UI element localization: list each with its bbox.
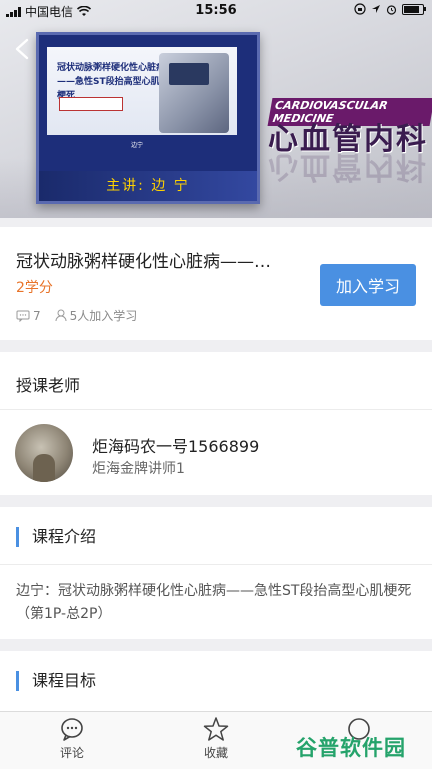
location-icon (372, 5, 380, 13)
watermark-logo: 谷普软件园 (296, 736, 406, 760)
rotation-lock-icon (354, 3, 366, 15)
teacher-heading: 授课老师 (16, 376, 81, 395)
join-course-button[interactable]: 加入学习 (320, 264, 416, 306)
lecture-slide: 冠状动脉粥样硬化性心脏病 ——急性ST段抬高型心肌梗死 边宁 (47, 47, 237, 157)
back-chevron-icon[interactable] (12, 38, 34, 60)
course-goal-section: 课程目标 (0, 651, 432, 711)
course-banner: 冠状动脉粥样硬化性心脏病 ——急性ST段抬高型心肌梗死 边宁 主讲: 边 宁 C… (0, 0, 432, 218)
course-title: 冠状动脉粥样硬化性心脏病——… (16, 252, 271, 272)
lecturer-banner: 主讲: 边 宁 (39, 171, 257, 201)
divider (0, 564, 432, 565)
course-info-card: 冠状动脉粥样硬化性心脏病——… 2学分 7 5人加入学习 加入学习 (0, 227, 432, 340)
star-icon (203, 717, 229, 741)
course-meta: 7 5人加入学习 (16, 307, 137, 324)
divider (0, 409, 432, 410)
learner-count: 5人加入学习 (69, 309, 138, 323)
medical-device-image (159, 53, 229, 133)
comment-count: 7 (33, 308, 41, 323)
slide-speaker: 边宁 (131, 142, 144, 149)
alarm-icon (386, 4, 397, 15)
comment-count-icon (16, 310, 30, 322)
status-bar: 中国电信 15:56 (0, 0, 432, 22)
battery-icon (402, 3, 426, 15)
teacher-name[interactable]: 炬海码农一号1566899 (92, 433, 259, 457)
tab-comments[interactable]: 评论 (32, 716, 112, 761)
course-credits: 2学分 (16, 280, 53, 296)
teacher-title: 炬海金牌讲师1 (92, 461, 185, 477)
teacher-avatar[interactable] (15, 424, 73, 482)
goal-heading: 课程目标 (16, 671, 96, 691)
comment-icon (61, 718, 83, 741)
hospital-logo (59, 97, 123, 111)
tab-comments-label: 评论 (59, 746, 84, 760)
lecture-screen: 冠状动脉粥样硬化性心脏病 ——急性ST段抬高型心肌梗死 边宁 主讲: 边 宁 (36, 32, 260, 204)
tab-favorite[interactable]: 收藏 (176, 716, 256, 761)
intro-heading: 课程介绍 (16, 527, 96, 547)
status-right (354, 3, 426, 15)
department-name-reflection: 心血管内科 (268, 149, 428, 184)
person-icon (55, 309, 67, 322)
course-intro-section: 课程介绍 边宁：冠状动脉粥样硬化性心脏病——急性ST段抬高型心肌梗死（第1P-总… (0, 507, 432, 639)
intro-text: 边宁：冠状动脉粥样硬化性心脏病——急性ST段抬高型心肌梗死（第1P-总2P） (16, 583, 412, 622)
slide-footer: 边宁 (47, 135, 237, 157)
tab-favorite-label: 收藏 (203, 746, 228, 760)
teacher-section: 授课老师 炬海码农一号1566899 炬海金牌讲师1 (0, 352, 432, 495)
